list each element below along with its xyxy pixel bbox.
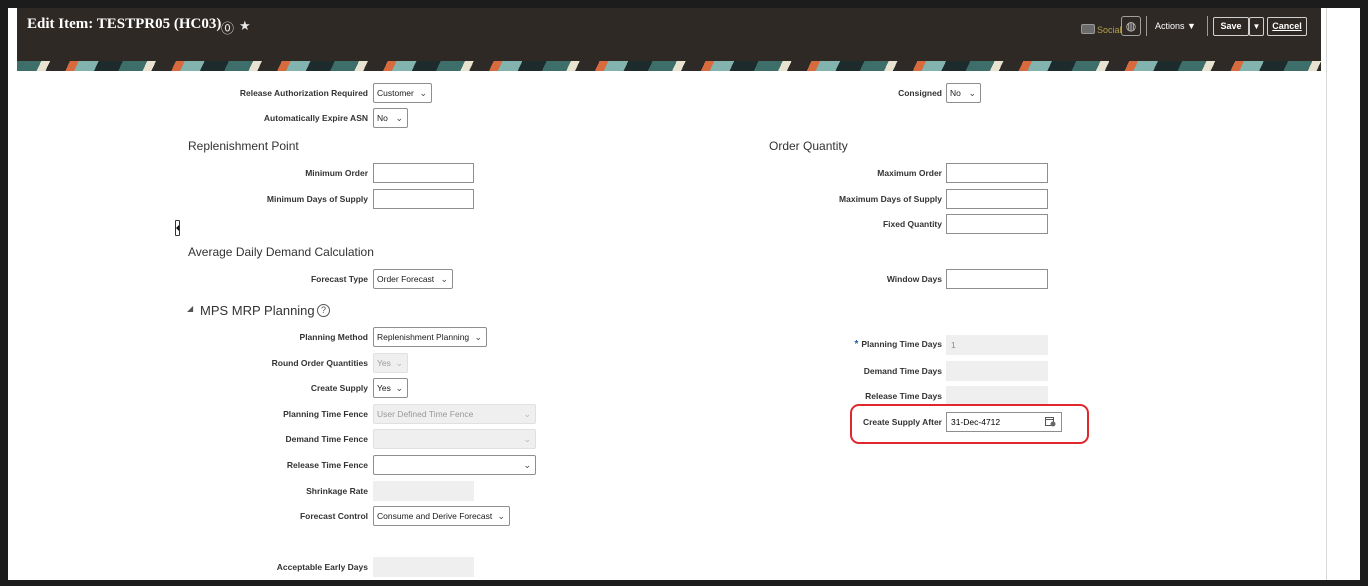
create-supply-label: Create Supply: [310, 383, 368, 393]
planning-method-label: Planning Method: [299, 332, 368, 342]
save-menu-dropdown[interactable]: ▼: [1249, 17, 1264, 36]
minimum-order-label: Minimum Order: [305, 168, 368, 178]
chevron-down-icon: ⌄: [968, 88, 976, 98]
help-icon[interactable]: ?: [317, 304, 330, 317]
planning-time-days-input: 1: [946, 335, 1048, 355]
forecast-control-select[interactable]: Consume and Derive Forecast ⌄: [373, 506, 510, 526]
window-days-input[interactable]: [946, 269, 1048, 289]
demand-time-days-input: [946, 361, 1048, 381]
globe-icon[interactable]: ◍: [1121, 16, 1141, 36]
fixed-quantity-label: Fixed Quantity: [882, 219, 942, 229]
chevron-down-icon: ⌄: [523, 434, 531, 444]
chevron-down-icon: ⌄: [395, 358, 403, 368]
planning-time-fence-select: User Defined Time Fence ⌄: [373, 404, 536, 424]
automatically-expire-asn-select[interactable]: No ⌄: [373, 108, 408, 128]
page-header: Edit Item: TESTPR05 (HC03) ⓪ ★ Social ◍ …: [17, 8, 1321, 61]
fixed-quantity-input[interactable]: [946, 214, 1048, 234]
acceptable-early-days-input[interactable]: [373, 557, 474, 577]
social-icon[interactable]: [1081, 24, 1095, 34]
maximum-days-of-supply-input[interactable]: [946, 189, 1048, 209]
maximum-order-input[interactable]: [946, 163, 1048, 183]
collapse-pane-handle[interactable]: [175, 220, 180, 236]
header-divider: [1146, 16, 1147, 36]
chevron-down-icon: ⌄: [395, 113, 403, 123]
scrollbar[interactable]: [1326, 8, 1327, 580]
cancel-button[interactable]: Cancel: [1267, 17, 1307, 36]
average-daily-demand-heading: Average Daily Demand Calculation: [188, 245, 374, 259]
replenishment-point-heading: Replenishment Point: [188, 139, 299, 153]
release-time-days-label: Release Time Days: [865, 391, 942, 401]
highlight-annotation: [850, 404, 1089, 444]
release-time-fence-label: Release Time Fence: [286, 460, 368, 470]
maximum-order-label: Maximum Order: [877, 168, 942, 178]
chevron-down-icon: ⌄: [474, 332, 482, 342]
required-indicator: *: [854, 339, 859, 350]
forecast-control-label: Forecast Control: [299, 511, 368, 521]
shrinkage-rate-label: Shrinkage Rate: [306, 486, 368, 496]
consigned-label: Consigned: [898, 88, 942, 98]
acceptable-early-days-label: Acceptable Early Days: [276, 562, 368, 572]
chevron-down-icon: ⌄: [395, 383, 403, 393]
application-window: Edit Item: TESTPR05 (HC03) ⓪ ★ Social ◍ …: [8, 8, 1360, 580]
favorite-star-icon[interactable]: ★: [239, 18, 251, 34]
release-time-fence-select[interactable]: ⌄: [373, 455, 536, 475]
actions-menu[interactable]: Actions ▼: [1155, 21, 1196, 31]
planning-time-fence-label: Planning Time Fence: [283, 409, 368, 419]
release-authorization-required-select[interactable]: Customer ⌄: [373, 83, 432, 103]
chevron-down-icon: ⌄: [440, 274, 448, 284]
page-title: Edit Item: TESTPR05 (HC03): [27, 16, 222, 32]
help-icon[interactable]: ⓪: [221, 18, 234, 37]
release-authorization-required-label: Release Authorization Required: [239, 88, 368, 98]
minimum-days-of-supply-input[interactable]: [373, 189, 474, 209]
mps-mrp-planning-heading: MPS MRP Planning: [200, 303, 315, 318]
demand-time-fence-select: ⌄: [373, 429, 536, 449]
maximum-days-of-supply-label: Maximum Days of Supply: [839, 194, 942, 204]
planning-time-days-label: * Planning Time Days: [854, 339, 942, 350]
chevron-down-icon: ⌄: [523, 460, 531, 470]
chevron-down-icon: ⌄: [419, 88, 427, 98]
order-quantity-heading: Order Quantity: [769, 139, 848, 153]
demand-time-fence-label: Demand Time Fence: [285, 434, 368, 444]
window-days-label: Window Days: [886, 274, 942, 284]
planning-method-select[interactable]: Replenishment Planning ⌄: [373, 327, 487, 347]
header-divider: [1207, 16, 1208, 36]
shrinkage-rate-input[interactable]: [373, 481, 474, 501]
automatically-expire-asn-label: Automatically Expire ASN: [263, 113, 368, 123]
minimum-days-of-supply-label: Minimum Days of Supply: [266, 194, 368, 204]
save-button[interactable]: Save: [1213, 17, 1249, 36]
decorative-banner: [17, 61, 1321, 71]
round-order-quantities-label: Round Order Quantities: [271, 358, 368, 368]
create-supply-select[interactable]: Yes ⌄: [373, 378, 408, 398]
collapse-section-icon[interactable]: ◢: [187, 304, 193, 313]
demand-time-days-label: Demand Time Days: [863, 366, 942, 376]
forecast-type-label: Forecast Type: [310, 274, 368, 284]
minimum-order-input[interactable]: [373, 163, 474, 183]
forecast-type-select[interactable]: Order Forecast ⌄: [373, 269, 453, 289]
chevron-down-icon: ⌄: [523, 409, 531, 419]
chevron-down-icon: ⌄: [497, 511, 505, 521]
release-time-days-input: [946, 386, 1048, 406]
round-order-quantities-select: Yes ⌄: [373, 353, 408, 373]
consigned-select[interactable]: No ⌄: [946, 83, 981, 103]
social-link[interactable]: Social: [1097, 25, 1122, 35]
